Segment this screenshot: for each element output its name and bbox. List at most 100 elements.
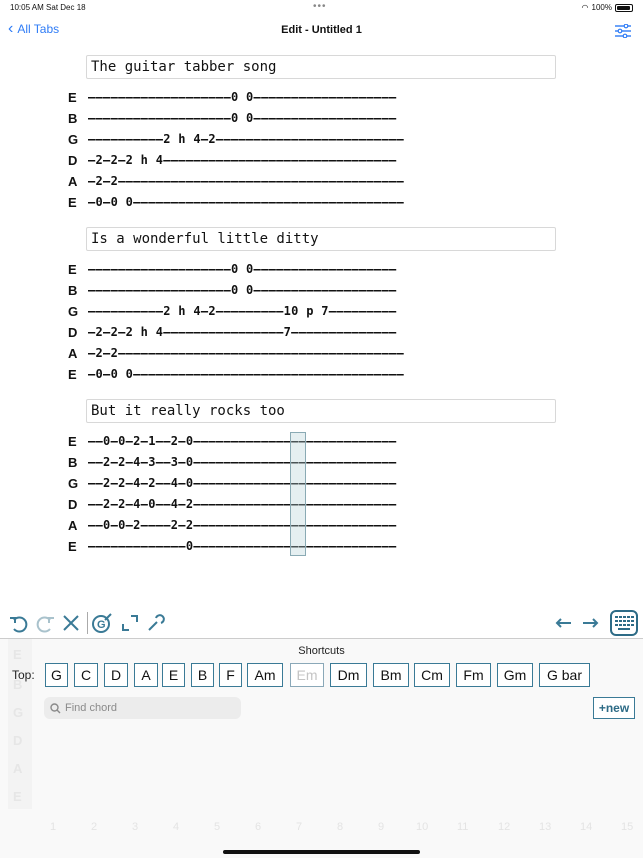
string-name: B	[68, 111, 78, 126]
delete-icon[interactable]	[60, 612, 82, 634]
chord-button-fm[interactable]: Fm	[456, 663, 491, 687]
tab-line[interactable]: –2–2––––––––––––––––––––––––––––––––––––…	[88, 174, 404, 188]
ghost-fret: 11	[457, 821, 469, 833]
tab-line[interactable]: ––2–2–4–2––4–0––––––––––––––––––––––––––…	[88, 476, 397, 490]
find-chord-input[interactable]	[65, 702, 235, 714]
tab-row[interactable]: G ––––––––––2 h 4–2–––––––––10 p 7–––––––…	[68, 302, 568, 323]
home-indicator[interactable]	[223, 850, 420, 854]
tab-line[interactable]: ––––––––––2 h 4–2–––––––––10 p 7––––––––…	[88, 304, 397, 318]
status-bar: 10:05 AM Sat Dec 18 ••• ◠ 100%	[0, 0, 643, 16]
tab-row[interactable]: B –––––––––––––––––––0 0–––––––––––––––––…	[68, 109, 568, 130]
string-name: D	[68, 325, 78, 340]
chord-button-a[interactable]: A	[134, 663, 158, 687]
chord-button-am[interactable]: Am	[247, 663, 283, 687]
tab-staff: E ––0–0–2–1––2–0–––––––––––––––––––––––––…	[68, 432, 568, 558]
tab-row[interactable]: G ––2–2–4–2––4–0–––––––––––––––––––––––––…	[68, 474, 568, 495]
chord-button-g[interactable]: G	[45, 663, 68, 687]
chord-button-bm[interactable]: Bm	[373, 663, 409, 687]
chord-button-c[interactable]: C	[74, 663, 98, 687]
tab-row[interactable]: A –2–2–––––––––––––––––––––––––––––––––––…	[68, 344, 568, 365]
battery-percent: 100%	[591, 3, 612, 12]
edit-cursor[interactable]	[290, 432, 306, 556]
tab-line[interactable]: –2–2–2 h 4––––––––––––––––7–––––––––––––…	[88, 325, 397, 339]
chord-button-g-bar[interactable]: G bar	[539, 663, 590, 687]
section-title-input[interactable]: The guitar tabber song	[86, 55, 556, 79]
sliders-icon[interactable]	[615, 24, 631, 38]
tab-row[interactable]: D –2–2–2 h 4––––––––––––––––7––––––––––––…	[68, 323, 568, 344]
string-name: G	[68, 132, 79, 147]
new-chord-button[interactable]: +new	[593, 697, 635, 719]
chord-button-e[interactable]: E	[162, 663, 185, 687]
tab-line[interactable]: –0–0 0––––––––––––––––––––––––––––––––––…	[88, 367, 404, 381]
tab-row[interactable]: E –––––––––––––––––––0 0–––––––––––––––––…	[68, 260, 568, 281]
chord-button-f[interactable]: F	[219, 663, 242, 687]
tab-row[interactable]: D ––2–2–4–0––4–2–––––––––––––––––––––––––…	[68, 495, 568, 516]
tab-line[interactable]: –––––––––––––0––––––––––––––––––––––––––…	[88, 539, 397, 553]
tab-line[interactable]: –––––––––––––––––––0 0––––––––––––––––––…	[88, 283, 397, 297]
arrow-left-icon[interactable]	[553, 612, 575, 634]
tab-line[interactable]: –––––––––––––––––––0 0––––––––––––––––––…	[88, 111, 397, 125]
tab-line[interactable]: –2–2––––––––––––––––––––––––––––––––––––…	[88, 346, 404, 360]
status-right: ◠ 100%	[582, 3, 633, 12]
find-chord-field[interactable]	[44, 697, 241, 719]
tab-row[interactable]: E –––––––––––––––––––0 0–––––––––––––––––…	[68, 88, 568, 109]
battery-icon	[615, 3, 633, 12]
ghost-string: G	[13, 705, 24, 720]
arrow-right-icon[interactable]	[579, 612, 601, 634]
shortcuts-panel: E B G D A E 1 2 3 4 5 6 7 8 9 10 11 12 1…	[0, 639, 643, 858]
page-title: Edit - Untitled 1	[281, 24, 362, 36]
ghost-fret: 3	[132, 821, 139, 833]
string-name: D	[68, 153, 78, 168]
ghost-fret: 12	[498, 821, 511, 833]
chord-button-cm[interactable]: Cm	[414, 663, 450, 687]
string-name: A	[68, 346, 78, 361]
tab-row[interactable]: D –2–2–2 h 4–––––––––––––––––––––––––––––…	[68, 151, 568, 172]
chord-button-dm[interactable]: Dm	[330, 663, 367, 687]
string-name: B	[68, 455, 78, 470]
keyboard-icon[interactable]	[610, 610, 638, 636]
string-name: G	[68, 476, 79, 491]
shortcuts-heading: Shortcuts	[298, 645, 345, 657]
chord-button-b[interactable]: B	[191, 663, 214, 687]
chord-button-d[interactable]: D	[104, 663, 128, 687]
tab-line[interactable]: ––2–2–4–3––3–0––––––––––––––––––––––––––…	[88, 455, 397, 469]
wrench-icon[interactable]	[145, 612, 167, 634]
tab-row[interactable]: A –2–2–––––––––––––––––––––––––––––––––––…	[68, 172, 568, 193]
tab-row[interactable]: A ––0–0–2––––2–2–––––––––––––––––––––––––…	[68, 516, 568, 537]
tab-line[interactable]: ––2–2–4–0––4–2––––––––––––––––––––––––––…	[88, 497, 397, 511]
ghost-fret: 14	[580, 821, 593, 833]
nav-bar: ‹ All Tabs Edit - Untitled 1	[0, 16, 643, 48]
tab-row[interactable]: B –––––––––––––––––––0 0–––––––––––––––––…	[68, 281, 568, 302]
tab-line[interactable]: ––––––––––2 h 4–2–––––––––––––––––––––––…	[88, 132, 404, 146]
chord-button-gm[interactable]: Gm	[497, 663, 533, 687]
string-name: D	[68, 497, 78, 512]
tab-row[interactable]: B ––2–2–4–3––3–0–––––––––––––––––––––––––…	[68, 453, 568, 474]
chord-icon[interactable]: G	[91, 612, 113, 634]
tab-row[interactable]: E –0–0 0–––––––––––––––––––––––––––––––––…	[68, 193, 568, 214]
ghost-fret: 13	[539, 821, 552, 833]
tab-row[interactable]: E –0–0 0–––––––––––––––––––––––––––––––––…	[68, 365, 568, 386]
tab-line[interactable]: ––0–0–2–1––2–0––––––––––––––––––––––––––…	[88, 434, 397, 448]
string-name: A	[68, 174, 78, 189]
svg-text:G: G	[97, 619, 106, 631]
tab-line[interactable]: –––––––––––––––––––0 0––––––––––––––––––…	[88, 90, 397, 104]
tab-line[interactable]: –0–0 0––––––––––––––––––––––––––––––––––…	[88, 195, 404, 209]
ghost-fret: 1	[50, 821, 57, 833]
chord-button-em[interactable]: Em	[290, 663, 324, 687]
ghost-string: E	[13, 789, 22, 804]
section-title-input[interactable]: Is a wonderful little ditty	[86, 227, 556, 251]
status-time: 10:05 AM Sat Dec 18	[10, 3, 86, 12]
tab-line[interactable]: ––0–0–2––––2–2––––––––––––––––––––––––––…	[88, 518, 397, 532]
section-title-input[interactable]: But it really rocks too	[86, 399, 556, 423]
multitasking-dots-icon[interactable]: •••	[313, 1, 327, 12]
tab-line[interactable]: –––––––––––––––––––0 0––––––––––––––––––…	[88, 262, 397, 276]
tab-row[interactable]: E ––0–0–2–1––2–0–––––––––––––––––––––––––…	[68, 432, 568, 453]
undo-icon[interactable]	[8, 612, 30, 634]
expand-icon[interactable]	[119, 612, 141, 634]
tab-row[interactable]: G ––––––––––2 h 4–2––––––––––––––––––––––…	[68, 130, 568, 151]
tab-row[interactable]: E –––––––––––––0–––––––––––––––––––––––––…	[68, 537, 568, 558]
tab-line[interactable]: –2–2–2 h 4––––––––––––––––––––––––––––––…	[88, 153, 397, 167]
ghost-fret: 6	[255, 821, 262, 833]
ghost-fret: 15	[621, 821, 634, 833]
redo-icon[interactable]	[34, 612, 56, 634]
